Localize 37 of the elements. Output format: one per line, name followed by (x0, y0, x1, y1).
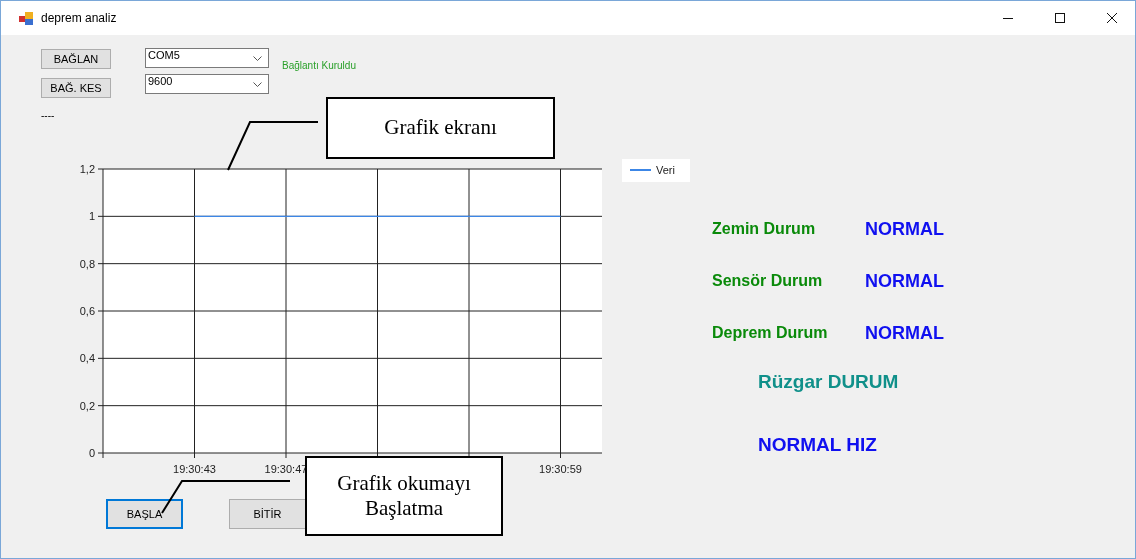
port-dropdown[interactable]: COM5 (145, 48, 269, 68)
status-label: Zemin Durum (712, 220, 817, 238)
status-value: NORMAL (865, 270, 944, 292)
start-button[interactable]: BAŞLA (106, 499, 183, 529)
x-tick-label: 19:30:47 (264, 463, 308, 475)
close-icon[interactable] (1107, 13, 1117, 23)
baud-dropdown[interactable]: 9600 (145, 74, 269, 94)
chevron-down-icon (253, 82, 262, 87)
window-title: deprem analiz (41, 11, 117, 25)
y-tick-label: 0,4 (79, 352, 95, 365)
app-icon (19, 11, 33, 25)
connect-button[interactable]: BAĞLAN (41, 49, 111, 69)
legend-label: Veri (656, 164, 675, 176)
info-label: ---- (41, 111, 55, 121)
chevron-down-icon (253, 56, 262, 61)
stop-button[interactable]: BİTİR (229, 499, 306, 529)
status-label: Deprem Durum (712, 324, 829, 342)
status-value: NORMAL (865, 218, 944, 240)
x-tick-label: 19:30:43 (173, 463, 216, 475)
callout-text: Grafik ekranı (384, 115, 497, 141)
y-tick-label: 0,8 (79, 257, 95, 270)
status-label: Sensör Durum (712, 272, 824, 290)
x-tick-label: 19:30:59 (539, 463, 582, 475)
y-tick-label: 0 (88, 447, 95, 459)
callout-text: Grafik okumayı Başlatma (337, 470, 471, 522)
wind-value: NORMAL HIZ (758, 434, 877, 456)
status-value: NORMAL (865, 322, 944, 344)
legend-background (622, 159, 690, 182)
wind-title: Rüzgar DURUM (758, 371, 899, 393)
y-tick-label: 0,2 (79, 399, 95, 412)
maximize-icon[interactable] (1055, 13, 1065, 23)
y-tick-label: 1 (88, 210, 95, 223)
legend-line (629, 169, 652, 171)
y-tick-label: 1,2 (79, 163, 95, 175)
y-tick-label: 0,6 (79, 305, 95, 317)
connection-status: Bağlantı Kuruldu (282, 60, 356, 71)
disconnect-button[interactable]: BAĞ. KES (41, 78, 111, 98)
